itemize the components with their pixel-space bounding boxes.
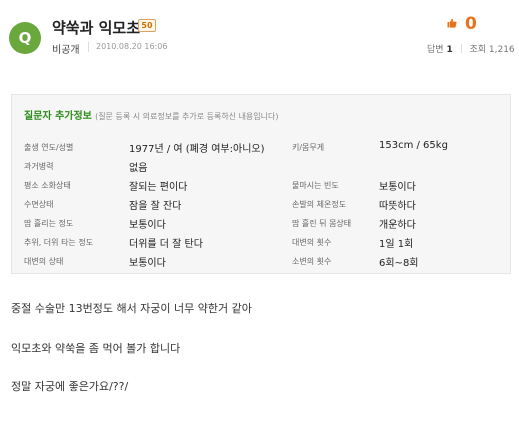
info-value: 1977년 / 여 (폐경 여부:아니오) [129, 144, 265, 155]
grade-badge: 50 [138, 19, 156, 32]
info-value: 보통이다 [379, 182, 416, 193]
question-body-line: 중절 수술만 13번정도 해서 자궁이 너무 약한거 같아 [11, 302, 252, 315]
like-count: 0 [465, 14, 477, 34]
info-label: 땀 흘리는 정도 [24, 219, 74, 228]
info-heading: 질문자 추가정보 (질문 등록 시 의료정보를 추가로 등록하신 내용입니다) [24, 107, 279, 122]
views-count: 1,216 [488, 45, 515, 55]
info-value: 없음 [129, 163, 148, 174]
info-row: 평소 소화상태 잘되는 편이다 물마시는 빈도 보통이다 [24, 177, 504, 195]
info-value: 따뜻하다 [379, 201, 416, 212]
info-label: 키/몸무게 [292, 143, 325, 152]
answers-count: 1 [446, 45, 453, 55]
post-date: 2010.08.20 16:06 [96, 42, 168, 51]
additional-info-box: 질문자 추가정보 (질문 등록 시 의료정보를 추가로 등록하신 내용입니다) … [11, 94, 511, 274]
info-row: 수면상태 잠을 잘 잔다 손발의 체온정도 따뜻하다 [24, 196, 504, 214]
info-value: 더위를 더 잘 탄다 [129, 239, 203, 250]
info-label: 땀 흘린 뒤 몸상태 [292, 219, 352, 228]
views-label: 조회 [469, 45, 487, 55]
info-value: 보통이다 [129, 220, 166, 231]
info-value: 153cm / 65kg [379, 140, 448, 151]
meta-divider [88, 42, 89, 52]
question-body-line: 익모초와 약쑥을 좀 먹어 볼가 합니다 [11, 342, 181, 355]
answers-label: 답변 [427, 45, 444, 55]
author-name: 비공개 [52, 45, 80, 56]
info-label: 추위, 더위 타는 정도 [24, 238, 94, 247]
info-label: 소변의 횟수 [292, 257, 332, 266]
info-row: 추위, 더위 타는 정도 더위를 더 잘 탄다 대변의 횟수 1일 1회 [24, 234, 504, 252]
info-value: 6회~8회 [379, 258, 419, 269]
info-label: 손발의 체온정도 [292, 200, 347, 209]
info-label: 출생 연도/성별 [24, 143, 74, 152]
question-title: 약쑥과 익모초 [52, 19, 141, 37]
info-label: 과거병력 [24, 162, 54, 171]
info-value: 잠을 잘 잔다 [129, 201, 182, 212]
info-label: 물마시는 빈도 [292, 181, 339, 190]
question-icon: Q [9, 22, 41, 54]
thumbs-up-icon[interactable] [447, 18, 457, 28]
info-label: 대변의 상태 [24, 257, 64, 266]
info-value: 보통이다 [129, 258, 166, 269]
info-value: 잘되는 편이다 [129, 182, 188, 193]
info-label: 대변의 횟수 [292, 238, 332, 247]
info-subtitle: (질문 등록 시 의료정보를 추가로 등록하신 내용입니다) [95, 112, 279, 121]
info-row: 과거병력 없음 [24, 158, 504, 176]
info-value: 1일 1회 [379, 239, 414, 250]
question-stats: 답변 1 조회 1,216 [427, 42, 515, 55]
info-value: 개운하다 [379, 220, 416, 231]
info-label: 수면상태 [24, 200, 54, 209]
info-label: 평소 소화상태 [24, 181, 71, 190]
info-row: 대변의 상태 보통이다 소변의 횟수 6회~8회 [24, 253, 504, 271]
info-title: 질문자 추가정보 [24, 111, 92, 122]
question-body-line: 정말 자궁에 좋은가요/??/ [11, 380, 129, 393]
info-row: 땀 흘리는 정도 보통이다 땀 흘린 뒤 몸상태 개운하다 [24, 215, 504, 233]
info-row: 출생 연도/성별 1977년 / 여 (폐경 여부:아니오) 키/몸무게 153… [24, 139, 504, 157]
